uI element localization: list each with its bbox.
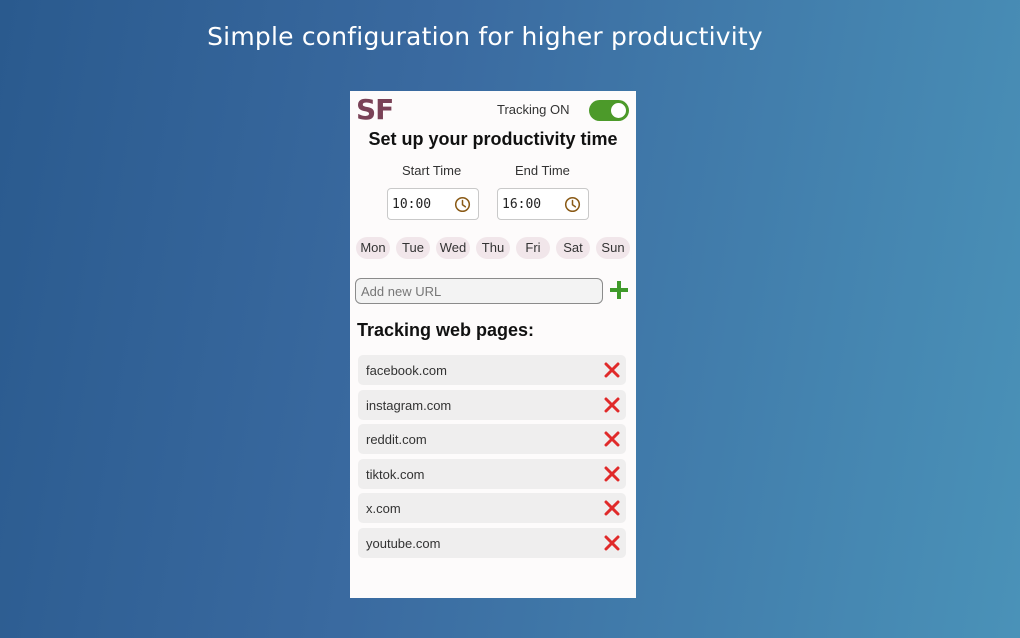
url-input[interactable] [355,278,603,304]
site-name: tiktok.com [366,466,425,482]
day-chip-tue[interactable]: Tue [396,237,430,259]
close-icon[interactable] [604,500,620,516]
close-icon[interactable] [604,397,620,413]
day-chip-fri[interactable]: Fri [516,237,550,259]
site-name: x.com [366,501,401,517]
setup-title: Set up your productivity time [368,129,618,149]
start-time-input[interactable]: 10:00 [387,188,479,220]
day-chip-wed[interactable]: Wed [436,237,470,259]
day-chip-sat[interactable]: Sat [556,237,590,259]
site-name: facebook.com [366,363,447,378]
list-item: tiktok.com [358,458,626,489]
list-item: reddit.com [358,424,626,455]
tracking-toggle[interactable] [589,100,629,121]
end-time-value: 16:00 [502,197,542,212]
list-item: x.com [358,493,626,524]
close-icon[interactable] [604,362,620,378]
start-time-label: Start Time [402,163,462,178]
tracking-status-label: Tracking ON [497,102,570,117]
list-item: youtube.com [358,527,626,558]
close-icon[interactable] [604,535,620,551]
site-name: reddit.com [366,432,427,448]
site-name: youtube.com [366,535,441,551]
tracking-list-title: Tracking web pages: [357,320,535,340]
start-time-value: 10:00 [392,197,432,212]
tracked-sites-list: facebook.com instagram.com reddit.com ti… [358,355,626,563]
extension-popup: SF Tracking ON Set up your productivity … [350,91,636,598]
day-chip-mon[interactable]: Mon [356,237,390,259]
weekday-selector: Mon Tue Wed Thu Fri Sat Sun [356,237,632,259]
toggle-knob [611,103,626,118]
promo-headline: Simple configuration for higher producti… [207,22,763,51]
day-chip-thu[interactable]: Thu [476,237,510,259]
end-time-input[interactable]: 16:00 [497,188,589,220]
clock-icon[interactable] [564,196,581,213]
close-icon[interactable] [604,466,620,482]
close-icon[interactable] [604,431,620,447]
list-item: facebook.com [358,355,626,385]
list-item: instagram.com [358,389,626,420]
popup-header: SF Tracking ON [356,93,630,126]
app-logo: SF [356,93,394,126]
site-name: instagram.com [366,397,452,413]
day-chip-sun[interactable]: Sun [596,237,630,259]
end-time-label: End Time [515,163,570,178]
plus-icon[interactable] [608,279,630,301]
clock-icon[interactable] [454,196,471,213]
